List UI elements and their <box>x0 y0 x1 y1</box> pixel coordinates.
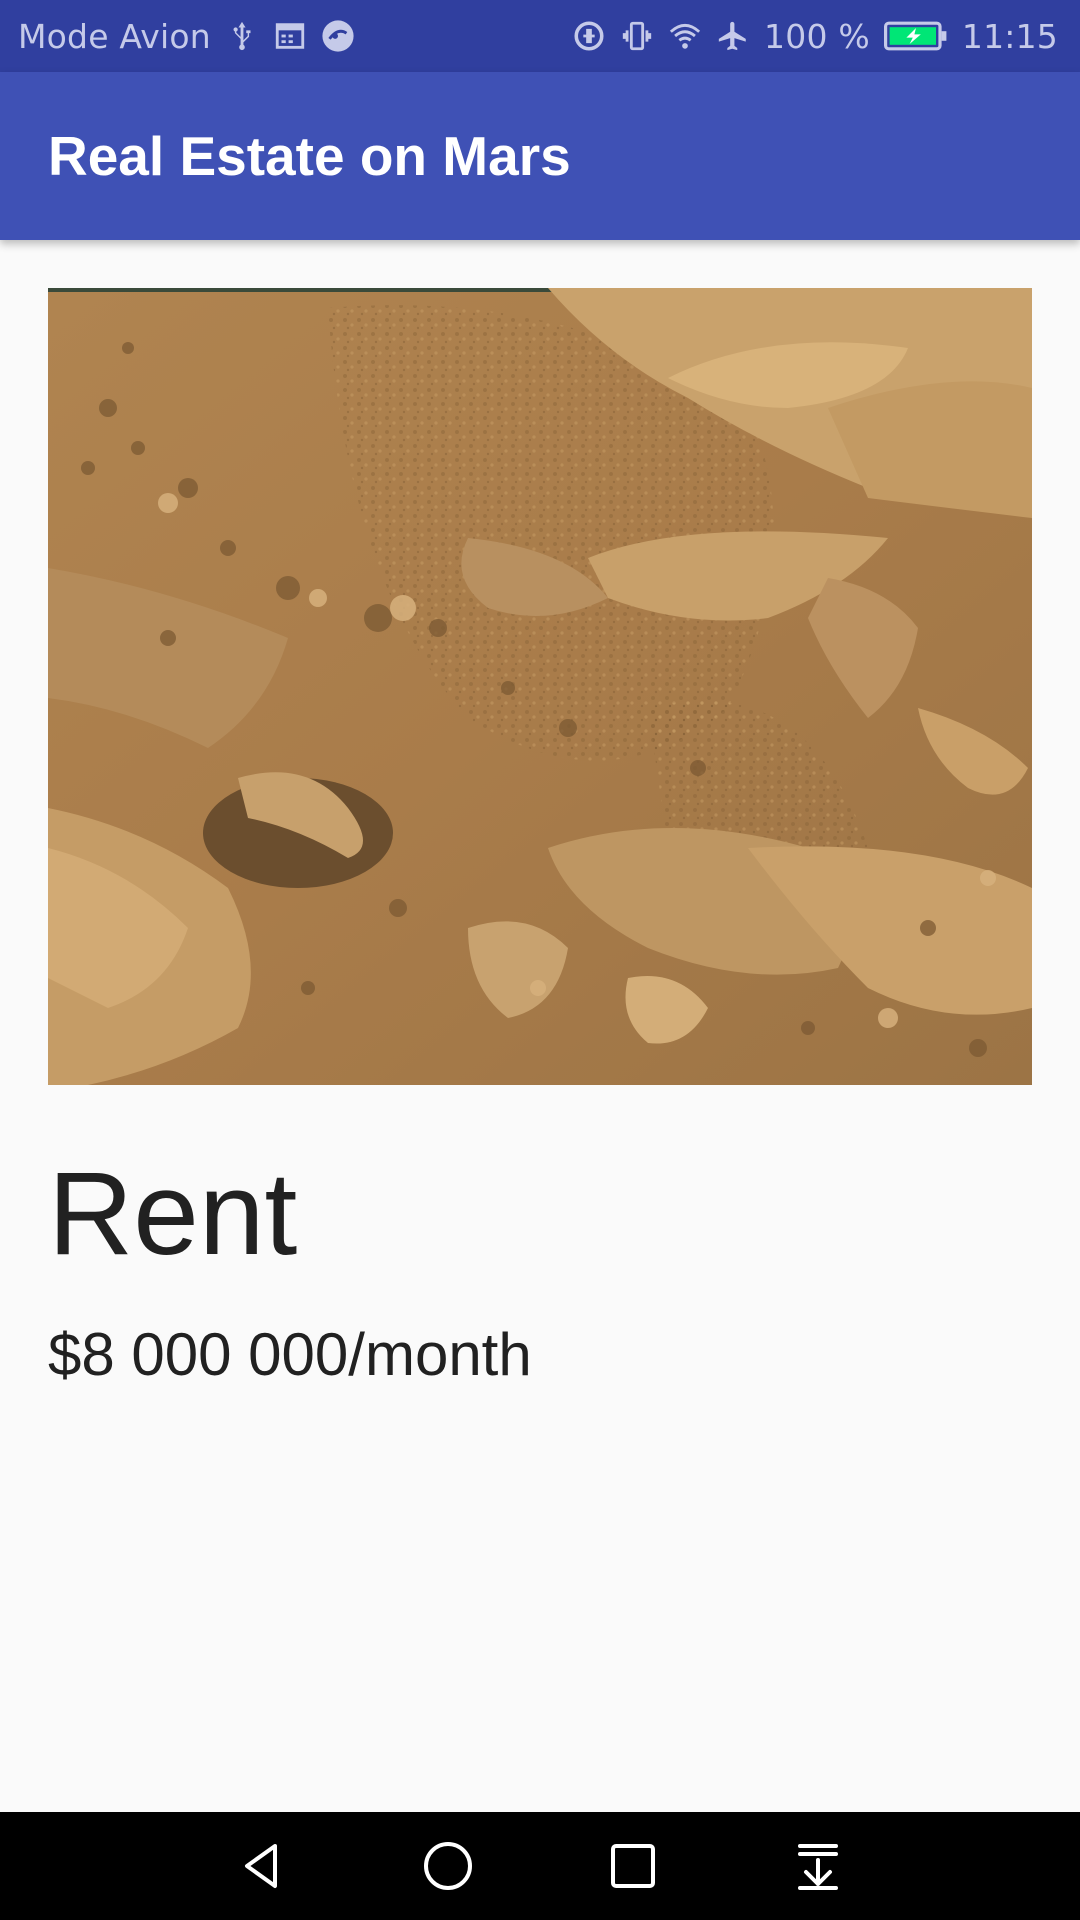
carrier-label: Mode Avion <box>18 16 211 56</box>
status-bar-right: 100 % 11:15 <box>572 17 1058 56</box>
app-title: Real Estate on Mars <box>48 125 571 187</box>
data-saver-icon <box>572 19 606 53</box>
battery-percent: 100 % <box>764 16 870 56</box>
property-type: Rent <box>48 1148 298 1280</box>
battery-charging-icon <box>883 19 948 53</box>
clock: 11:15 <box>961 16 1058 56</box>
notification-shade-button[interactable] <box>778 1826 858 1906</box>
app-notification-icon <box>321 19 355 53</box>
airplane-mode-icon <box>716 19 750 53</box>
navigation-bar <box>0 1812 1080 1920</box>
back-button[interactable] <box>223 1826 303 1906</box>
calendar-icon <box>273 19 307 53</box>
notification-shade-icon <box>797 1844 838 1890</box>
home-button[interactable] <box>408 1826 488 1906</box>
back-icon <box>244 1844 277 1888</box>
property-price: $8 000 000/month <box>48 1321 532 1388</box>
usb-icon <box>225 19 259 53</box>
home-icon <box>423 1842 472 1890</box>
mars-property-photo <box>48 288 1032 1085</box>
app-bar: Real Estate on Mars <box>0 72 1080 240</box>
recents-icon <box>610 1844 655 1888</box>
wifi-icon <box>668 19 702 53</box>
recents-button[interactable] <box>593 1826 673 1906</box>
vibrate-icon <box>620 19 654 53</box>
status-bar-left: Mode Avion <box>18 17 355 56</box>
status-bar: Mode Avion 100 % 11:15 <box>0 0 1080 72</box>
